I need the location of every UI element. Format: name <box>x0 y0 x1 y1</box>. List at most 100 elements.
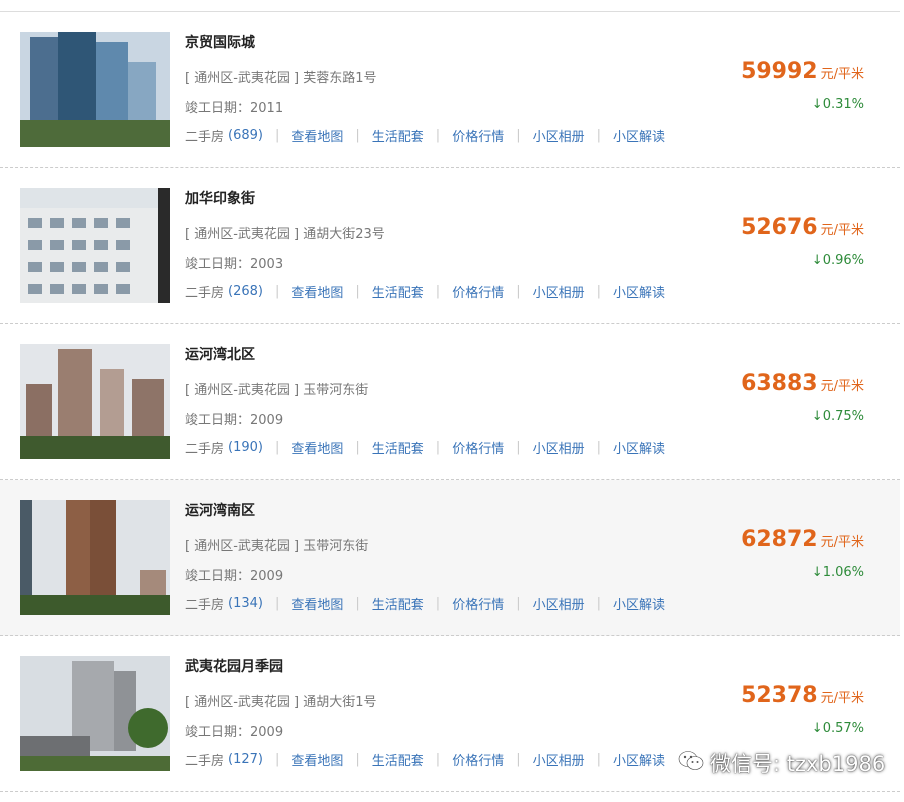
second-hand-count-link[interactable]: (268) <box>228 284 263 299</box>
community-name[interactable]: 运河湾南区 <box>185 500 255 520</box>
price-change: ↓0.75% <box>811 409 864 424</box>
community-photo[interactable] <box>20 656 170 771</box>
divider: | <box>355 284 360 299</box>
analysis-link[interactable]: 小区解读 <box>613 282 665 301</box>
watermark-text: 微信号: tzxb1986 <box>710 752 886 776</box>
community-address: [ 通州区-武夷花园 ] 玉带河东街 <box>185 383 369 398</box>
second-hand-label: 二手房 <box>185 598 225 613</box>
second-hand-count-link[interactable]: (190) <box>228 440 263 455</box>
divider: | <box>516 440 521 455</box>
divider: | <box>274 440 280 455</box>
action-links: 二手房 (127) | 查看地图 | 生活配套 | 价格行情 | 小区相册 | … <box>185 750 665 769</box>
album-link[interactable]: 小区相册 <box>533 126 585 145</box>
divider: | <box>435 284 441 299</box>
unit-price: 62872 元/平米 <box>741 527 864 552</box>
wechat-watermark: 微信号: tzxb1986 <box>678 748 885 778</box>
action-links: 二手房 (689) | 查看地图 | 生活配套 | 价格行情 | 小区相册 | … <box>185 126 665 145</box>
community-photo[interactable] <box>20 344 170 459</box>
second-hand-count-link[interactable]: (134) <box>228 596 263 611</box>
community-name[interactable]: 武夷花园月季园 <box>185 656 283 676</box>
divider: | <box>274 596 280 611</box>
second-hand-label: 二手房 <box>185 754 225 769</box>
view-map-link[interactable]: 查看地图 <box>291 750 343 769</box>
built-date: 竣工日期：2011 <box>185 101 284 116</box>
price-trend-link[interactable]: 价格行情 <box>452 594 504 613</box>
built-date: 竣工日期：2009 <box>185 569 284 584</box>
divider: | <box>274 128 280 143</box>
list-item: 加华印象街 [ 通州区-武夷花园 ] 通胡大街23号 竣工日期：2003 二手房… <box>0 168 900 324</box>
album-link[interactable]: 小区相册 <box>533 750 585 769</box>
album-link[interactable]: 小区相册 <box>533 594 585 613</box>
amenities-link[interactable]: 生活配套 <box>372 282 424 301</box>
community-name[interactable]: 京贸国际城 <box>185 32 255 52</box>
action-links: 二手房 (134) | 查看地图 | 生活配套 | 价格行情 | 小区相册 | … <box>185 594 665 613</box>
divider: | <box>596 440 601 455</box>
second-hand-count-link[interactable]: (689) <box>228 128 263 143</box>
action-links: 二手房 (268) | 查看地图 | 生活配套 | 价格行情 | 小区相册 | … <box>185 282 665 301</box>
divider: | <box>596 128 601 143</box>
analysis-link[interactable]: 小区解读 <box>613 750 665 769</box>
divider: | <box>596 284 601 299</box>
community-name[interactable]: 运河湾北区 <box>185 344 255 364</box>
community-address: [ 通州区-武夷花园 ] 通胡大街1号 <box>185 695 377 710</box>
price-change: ↓0.96% <box>811 253 864 268</box>
price-trend-link[interactable]: 价格行情 <box>452 126 504 145</box>
price-change: ↓0.31% <box>811 97 864 112</box>
list-item: 运河湾南区 [ 通州区-武夷花园 ] 玉带河东街 竣工日期：2009 二手房 (… <box>0 480 900 636</box>
unit-price: 52676 元/平米 <box>741 215 864 240</box>
divider: | <box>596 752 601 767</box>
amenities-link[interactable]: 生活配套 <box>372 594 424 613</box>
second-hand-label: 二手房 <box>185 286 225 301</box>
built-date: 竣工日期：2009 <box>185 413 284 428</box>
divider: | <box>274 752 280 767</box>
divider: | <box>435 596 441 611</box>
divider: | <box>516 284 521 299</box>
amenities-link[interactable]: 生活配套 <box>372 126 424 145</box>
divider: | <box>274 284 280 299</box>
divider: | <box>435 128 441 143</box>
analysis-link[interactable]: 小区解读 <box>613 126 665 145</box>
community-photo[interactable] <box>20 188 170 303</box>
second-hand-label: 二手房 <box>185 442 225 457</box>
price-trend-link[interactable]: 价格行情 <box>452 438 504 457</box>
community-photo[interactable] <box>20 500 170 615</box>
built-date: 竣工日期：2009 <box>185 725 284 740</box>
divider: | <box>516 128 521 143</box>
community-address: [ 通州区-武夷花园 ] 通胡大街23号 <box>185 227 385 242</box>
divider: | <box>596 596 601 611</box>
view-map-link[interactable]: 查看地图 <box>291 594 343 613</box>
built-date: 竣工日期：2003 <box>185 257 284 272</box>
community-photo[interactable] <box>20 32 170 147</box>
wechat-icon <box>678 750 704 777</box>
amenities-link[interactable]: 生活配套 <box>372 750 424 769</box>
unit-price: 59992 元/平米 <box>741 59 864 84</box>
view-map-link[interactable]: 查看地图 <box>291 438 343 457</box>
action-links: 二手房 (190) | 查看地图 | 生活配套 | 价格行情 | 小区相册 | … <box>185 438 665 457</box>
price-change: ↓1.06% <box>811 565 864 580</box>
divider: | <box>355 128 360 143</box>
list-item: 京贸国际城 [ 通州区-武夷花园 ] 芙蓉东路1号 竣工日期：2011 二手房 … <box>0 12 900 168</box>
divider: | <box>516 752 521 767</box>
album-link[interactable]: 小区相册 <box>533 282 585 301</box>
unit-price: 52378 元/平米 <box>741 683 864 708</box>
community-name[interactable]: 加华印象街 <box>185 188 255 208</box>
price-trend-link[interactable]: 价格行情 <box>452 750 504 769</box>
divider: | <box>355 596 360 611</box>
community-address: [ 通州区-武夷花园 ] 芙蓉东路1号 <box>185 71 377 86</box>
divider: | <box>355 440 360 455</box>
second-hand-label: 二手房 <box>185 130 225 145</box>
second-hand-count-link[interactable]: (127) <box>228 752 263 767</box>
list-item: 运河湾北区 [ 通州区-武夷花园 ] 玉带河东街 竣工日期：2009 二手房 (… <box>0 324 900 480</box>
amenities-link[interactable]: 生活配套 <box>372 438 424 457</box>
analysis-link[interactable]: 小区解读 <box>613 594 665 613</box>
divider: | <box>355 752 360 767</box>
unit-price: 63883 元/平米 <box>741 371 864 396</box>
view-map-link[interactable]: 查看地图 <box>291 282 343 301</box>
analysis-link[interactable]: 小区解读 <box>613 438 665 457</box>
view-map-link[interactable]: 查看地图 <box>291 126 343 145</box>
divider: | <box>435 752 441 767</box>
divider: | <box>516 596 521 611</box>
album-link[interactable]: 小区相册 <box>533 438 585 457</box>
price-trend-link[interactable]: 价格行情 <box>452 282 504 301</box>
community-address: [ 通州区-武夷花园 ] 玉带河东街 <box>185 539 369 554</box>
